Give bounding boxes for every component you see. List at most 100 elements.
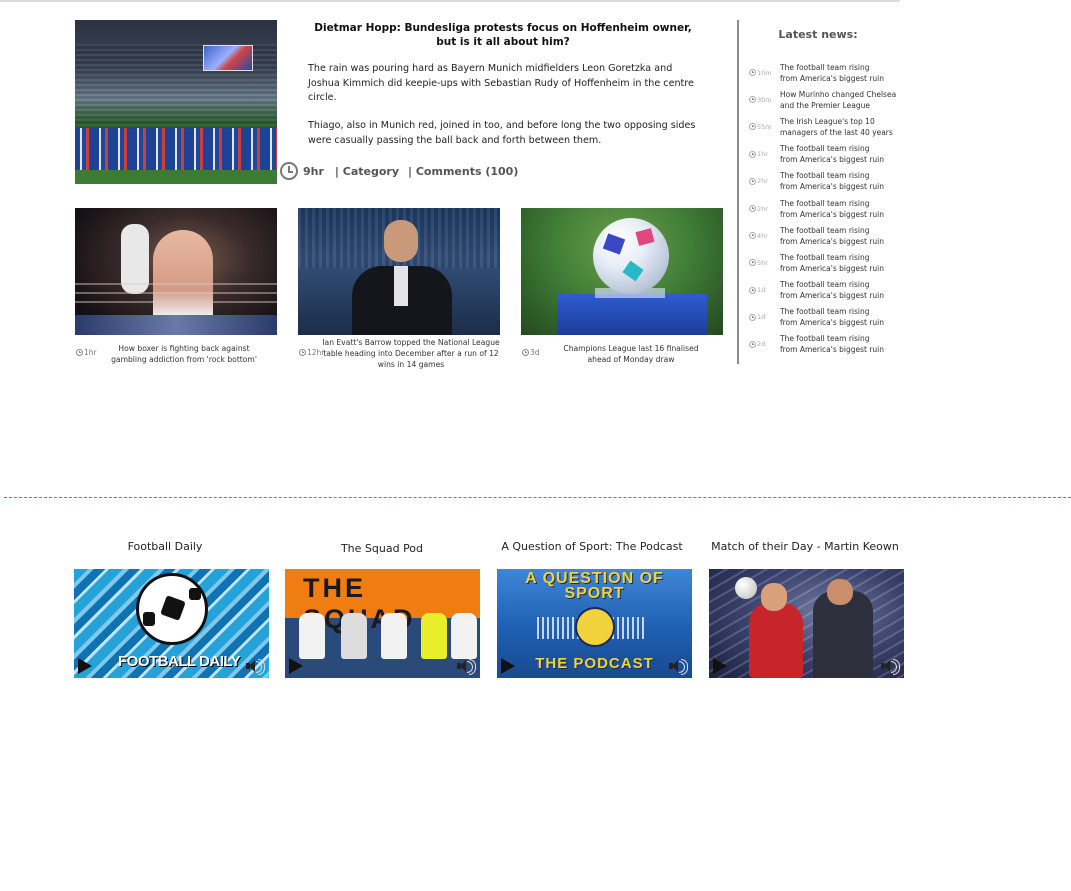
news-item[interactable]: 2d The football team rising from America… <box>749 331 909 358</box>
player-figure <box>381 613 407 659</box>
news-time: 2d <box>749 340 780 348</box>
play-icon[interactable] <box>289 658 303 674</box>
news-time: 1d <box>749 313 780 321</box>
news-item[interactable]: 1hr The football team rising from Americ… <box>749 141 909 168</box>
card-time-1: 1hr <box>76 348 97 357</box>
news-link[interactable]: The football team rising from America's … <box>780 306 884 328</box>
featured-category-link[interactable]: | Category <box>335 165 399 178</box>
podcast-title-2[interactable]: The Squad Pod <box>284 542 480 555</box>
ring-floor <box>75 315 277 335</box>
news-time-label: 4hr <box>757 231 768 240</box>
featured-paragraph-1: The rain was pouring hard as Bayern Muni… <box>308 63 694 103</box>
news-time: 5hr <box>749 259 780 267</box>
news-item[interactable]: 2hr The football team rising from Americ… <box>749 168 909 195</box>
card-caption-1[interactable]: How boxer is fighting back against gambl… <box>100 343 268 365</box>
featured-article-image[interactable] <box>75 20 277 184</box>
featured-comments-link[interactable]: | Comments (100) <box>408 165 518 178</box>
clock-icon <box>749 177 756 185</box>
podcast-art-text: FOOTBALL DAILY <box>118 653 241 670</box>
stadium-screen <box>203 45 253 71</box>
card-image-manager[interactable] <box>298 208 500 335</box>
card-time-label: 1hr <box>84 348 97 357</box>
news-time-label: 10m <box>757 68 772 77</box>
card-caption-2[interactable]: Ian Evatt's Barrow topped the National L… <box>322 337 500 370</box>
news-link[interactable]: The football team rising from America's … <box>780 170 884 192</box>
news-link[interactable]: The football team rising from America's … <box>780 143 884 165</box>
news-link[interactable]: The football team rising from America's … <box>780 333 884 355</box>
players-line <box>75 128 277 174</box>
volume-icon[interactable] <box>669 659 688 675</box>
card-image-boxer[interactable] <box>75 208 277 335</box>
match-ball <box>593 218 669 294</box>
qs-logo-icon <box>575 607 615 647</box>
podcast-art-football-daily[interactable]: FOOTBALL DAILY <box>74 569 269 678</box>
volume-icon[interactable] <box>881 659 900 675</box>
featured-title-line2[interactable]: but is it all about him? <box>314 35 692 49</box>
news-item[interactable]: 1d The football team rising from America… <box>749 277 909 304</box>
podcast-title-3[interactable]: A Question of Sport: The Podcast <box>494 540 690 553</box>
play-icon[interactable] <box>713 658 727 674</box>
news-item[interactable]: 10m The football team rising from Americ… <box>749 59 909 86</box>
news-item[interactable]: 5hr The football team rising from Americ… <box>749 249 909 276</box>
player-head <box>761 583 787 611</box>
news-link[interactable]: The Irish League's top 10 managers of th… <box>780 116 893 138</box>
news-link[interactable]: The football team rising from America's … <box>780 225 884 247</box>
plinth <box>557 294 707 335</box>
card-image-champions-ball[interactable] <box>521 208 723 335</box>
player-figure <box>299 613 325 659</box>
player-figure <box>421 613 447 659</box>
clock-icon <box>749 259 756 267</box>
news-time: 2hr <box>749 177 780 185</box>
news-time-label: 55m <box>757 122 772 131</box>
clock-icon <box>522 349 529 356</box>
news-link[interactable]: The football team rising from America's … <box>780 252 884 274</box>
podcast-art-match-of-their-day[interactable] <box>709 569 904 678</box>
news-time-label: 1d <box>757 286 766 295</box>
card-time-2: 12hr <box>299 348 324 357</box>
news-time-label: 2hr <box>757 177 768 186</box>
news-link[interactable]: The football team rising from America's … <box>780 198 884 220</box>
volume-icon[interactable] <box>246 659 265 675</box>
play-icon[interactable] <box>78 658 92 674</box>
card-time-3: 3d <box>522 348 540 357</box>
clock-icon <box>280 162 298 180</box>
player-head <box>827 579 853 605</box>
news-link[interactable]: How Murinho changed Chelsea and the Prem… <box>780 89 896 111</box>
news-item[interactable]: 4hr The football team rising from Americ… <box>749 222 909 249</box>
news-link[interactable]: The football team rising from America's … <box>780 279 884 301</box>
news-item[interactable]: 2hr The football team rising from Americ… <box>749 195 909 222</box>
manager-head <box>384 220 418 262</box>
news-time: 30m <box>749 96 780 104</box>
news-time-label: 1hr <box>757 150 768 159</box>
latest-news-list: 10m The football team rising from Americ… <box>749 59 909 358</box>
podcast-title-4[interactable]: Match of their Day - Martin Keown <box>707 540 903 553</box>
card-caption-3[interactable]: Champions League last 16 finalised ahead… <box>560 343 702 365</box>
volume-icon[interactable] <box>457 659 476 675</box>
news-time-label: 5hr <box>757 258 768 267</box>
clock-icon <box>749 96 756 104</box>
player-red <box>749 603 803 678</box>
podcast-art-question-of-sport[interactable]: A QUESTION OF SPORT THE PODCAST <box>497 569 692 678</box>
news-item[interactable]: 55m The Irish League's top 10 managers o… <box>749 113 909 140</box>
news-time: 2hr <box>749 205 780 213</box>
featured-paragraph-2: Thiago, also in Munich red, joined in to… <box>308 120 696 146</box>
news-link[interactable]: The football team rising from America's … <box>780 62 884 84</box>
news-time-label: 30m <box>757 95 772 104</box>
play-icon[interactable] <box>501 658 515 674</box>
news-time-label: 2d <box>757 340 766 349</box>
news-item[interactable]: 1d The football team rising from America… <box>749 304 909 331</box>
sidebar-divider <box>737 20 739 364</box>
podcast-art-squad-pod[interactable]: THE SQUAD <box>285 569 480 678</box>
player-figure <box>341 613 367 659</box>
news-item[interactable]: 30m How Murinho changed Chelsea and the … <box>749 86 909 113</box>
podcast-title-1[interactable]: Football Daily <box>67 540 263 553</box>
latest-news-title: Latest news: <box>778 28 858 41</box>
featured-meta: 9hr | Category | Comments (100) <box>280 160 518 182</box>
news-time-label: 2hr <box>757 204 768 213</box>
featured-article-title[interactable]: Dietmar Hopp: Bundesliga protests focus … <box>314 21 692 49</box>
featured-title-line1[interactable]: Dietmar Hopp: Bundesliga protests focus … <box>314 21 692 35</box>
ring-ropes <box>75 280 277 310</box>
podcast-art-text: A QUESTION OF SPORT <box>525 570 664 602</box>
news-time-label: 1d <box>757 313 766 322</box>
clock-icon <box>76 349 83 356</box>
